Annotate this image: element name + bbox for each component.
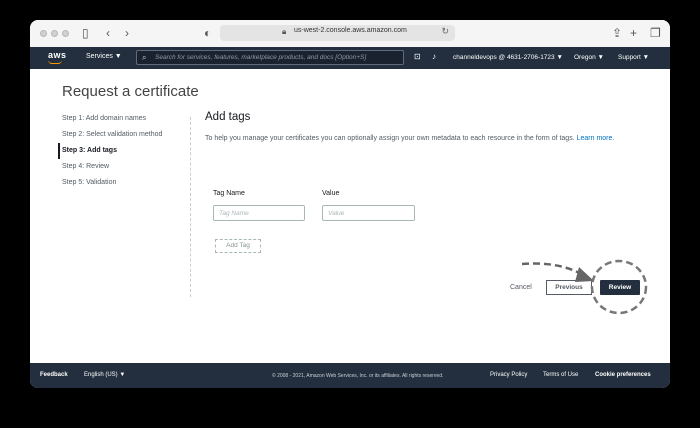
services-menu[interactable]: Services ▼: [86, 53, 122, 60]
step-2[interactable]: Step 2: Select validation method: [58, 127, 162, 143]
back-icon[interactable]: ‹: [106, 25, 110, 41]
section-description: To help you manage your certificates you…: [205, 133, 645, 144]
browser-toolbar: ▯ ‹ › ◐ 🔒︎ us-west-2.console.aws.amazon.…: [30, 20, 670, 48]
reload-icon[interactable]: ↻: [441, 26, 449, 37]
aws-smile-icon: [48, 60, 62, 64]
shield-icon[interactable]: ◐: [204, 25, 211, 41]
close-window-button[interactable]: [40, 30, 47, 37]
previous-button[interactable]: Previous: [546, 280, 592, 295]
step-5: Step 5: Validation: [62, 179, 117, 186]
learn-more-link[interactable]: Learn more.: [577, 135, 615, 142]
minimize-window-button[interactable]: [51, 30, 58, 37]
zoom-window-button[interactable]: [62, 30, 69, 37]
language-selector[interactable]: English (US) ▼: [84, 372, 125, 378]
step-1[interactable]: Step 1: Add domain names: [58, 111, 162, 127]
terms-of-use-link[interactable]: Terms of Use: [543, 372, 578, 378]
privacy-policy-link[interactable]: Privacy Policy: [490, 372, 527, 378]
cookie-preferences-link[interactable]: Cookie preferences: [595, 372, 651, 378]
tag-value-input[interactable]: Value: [322, 205, 415, 221]
feedback-link[interactable]: Feedback: [40, 372, 68, 378]
copyright-text: © 2008 - 2021, Amazon Web Services, Inc.…: [272, 373, 444, 379]
forward-icon[interactable]: ›: [125, 25, 129, 41]
address-bar[interactable]: 🔒︎ us-west-2.console.aws.amazon.com ↻: [220, 25, 455, 41]
cancel-button[interactable]: Cancel: [510, 284, 532, 291]
cloudshell-icon[interactable]: ⊡: [414, 52, 421, 61]
aws-footer: Feedback English (US) ▼ © 2008 - 2021, A…: [30, 363, 670, 388]
value-label: Value: [322, 190, 340, 197]
sidebar-toggle-icon[interactable]: ▯: [82, 25, 89, 41]
steps-divider: [190, 117, 191, 297]
region-menu[interactable]: Oregon ▼: [574, 54, 604, 61]
page-content: Request a certificate Step 1: Add domain…: [30, 69, 670, 363]
url-text: us-west-2.console.aws.amazon.com: [294, 27, 407, 34]
aws-top-nav: aws Services ▼ ⌕ Search for services, fe…: [30, 47, 670, 69]
add-tags-section: Add tags To help you manage your certifi…: [205, 111, 645, 253]
lock-icon: 🔒︎: [282, 27, 287, 36]
step-4: Step 4: Review: [62, 163, 110, 170]
notifications-bell-icon[interactable]: ♪: [432, 52, 436, 61]
add-tag-button[interactable]: Add Tag: [215, 239, 261, 253]
aws-logo[interactable]: aws: [48, 50, 67, 60]
callout-arrow-line: [521, 262, 586, 278]
description-text: To help you manage your certificates you…: [205, 135, 575, 142]
step-3-current: Step 3: Add tags: [58, 143, 162, 159]
search-icon: ⌕: [142, 53, 147, 62]
browser-window: ▯ ‹ › ◐ 🔒︎ us-west-2.console.aws.amazon.…: [30, 20, 670, 388]
section-title: Add tags: [205, 111, 251, 123]
account-menu[interactable]: channeldevops @ 4631-2706-1723 ▼: [453, 54, 563, 61]
page-title: Request a certificate: [62, 83, 199, 100]
support-menu[interactable]: Support ▼: [618, 54, 649, 61]
tabs-overview-icon[interactable]: ❐: [650, 25, 661, 41]
search-placeholder: Search for services, features, marketpla…: [155, 54, 367, 61]
wizard-steps: Step 1: Add domain names Step 2: Select …: [58, 111, 162, 191]
search-input[interactable]: ⌕ Search for services, features, marketp…: [136, 50, 404, 65]
tag-name-input[interactable]: Tag Name: [213, 205, 305, 221]
new-tab-icon[interactable]: +: [630, 25, 637, 41]
tag-name-label: Tag Name: [213, 190, 245, 197]
share-icon[interactable]: ⇪: [612, 25, 622, 41]
review-button[interactable]: Review: [600, 280, 640, 295]
